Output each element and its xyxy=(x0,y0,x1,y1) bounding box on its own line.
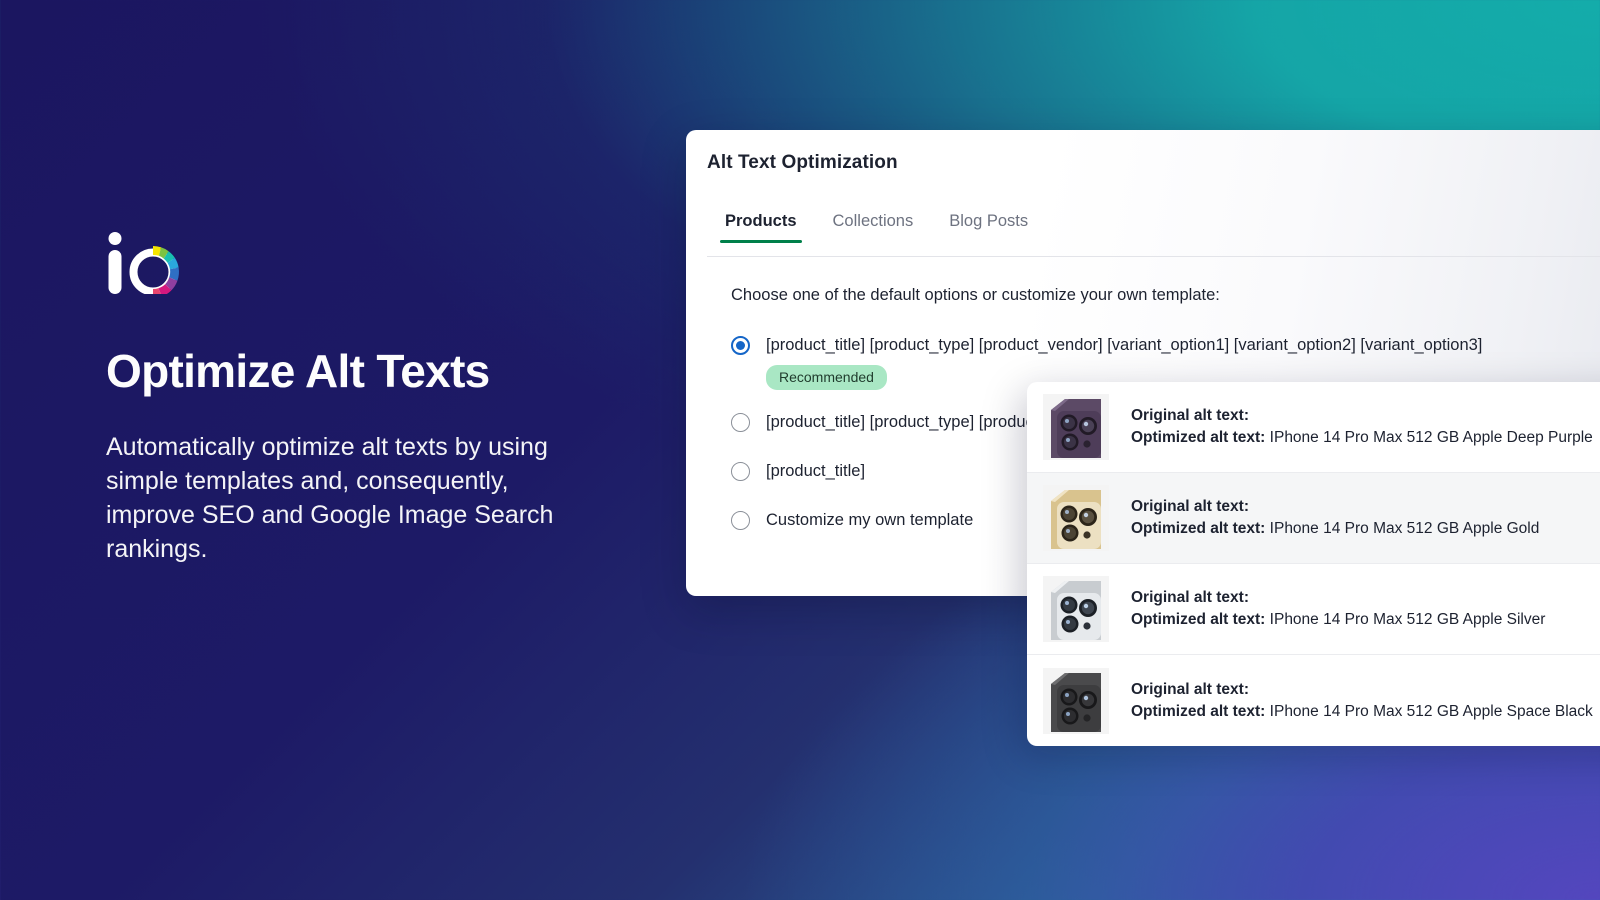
hero-subtitle: Automatically optimize alt texts by usin… xyxy=(106,430,596,566)
hero-section: Optimize Alt Texts Automatically optimiz… xyxy=(106,232,626,566)
original-alt-label: Original alt text: xyxy=(1131,589,1249,606)
page-title: Optimize Alt Texts xyxy=(106,346,626,398)
alt-text-row[interactable]: Original alt text: Optimized alt text: I… xyxy=(1027,564,1600,655)
tab-products[interactable]: Products xyxy=(707,212,815,243)
original-alt-label: Original alt text: xyxy=(1131,407,1249,424)
optimized-alt-value: IPhone 14 Pro Max 512 GB Apple Silver xyxy=(1270,611,1546,628)
iphone-gold-thumbnail xyxy=(1043,485,1109,551)
radio-template-option-2[interactable] xyxy=(731,413,750,432)
optimized-alt-label: Optimized alt text: xyxy=(1131,429,1265,446)
instruction-label: Choose one of the default options or cus… xyxy=(731,286,1600,305)
alt-text-content: Original alt text: Optimized alt text: I… xyxy=(1131,496,1539,540)
alt-text-content: Original alt text: Optimized alt text: I… xyxy=(1131,587,1545,631)
iphone-space-black-thumbnail xyxy=(1043,668,1109,734)
recommended-badge: Recommended xyxy=(766,365,887,390)
radio-template-option-4[interactable] xyxy=(731,511,750,530)
alt-text-row[interactable]: Original alt text: Optimized alt text: I… xyxy=(1027,382,1600,473)
tab-bar: Products Collections Blog Posts xyxy=(707,212,1600,256)
iphone-space-black-icon xyxy=(1043,668,1109,734)
optimized-alt-value: IPhone 14 Pro Max 512 GB Apple Gold xyxy=(1270,520,1540,537)
iphone-silver-icon xyxy=(1043,576,1109,642)
original-alt-label: Original alt text: xyxy=(1131,498,1249,515)
tab-blog-posts[interactable]: Blog Posts xyxy=(931,212,1046,243)
iphone-gold-icon xyxy=(1043,485,1109,551)
template-option-1-label: [product_title] [product_type] [product_… xyxy=(766,336,1482,354)
radio-template-option-3[interactable] xyxy=(731,462,750,481)
alt-text-results-panel: Original alt text: Optimized alt text: I… xyxy=(1027,382,1600,746)
optimized-alt-label: Optimized alt text: xyxy=(1131,520,1265,537)
original-alt-label: Original alt text: xyxy=(1131,681,1249,698)
io-logo-icon xyxy=(106,232,188,294)
optimized-alt-value: IPhone 14 Pro Max 512 GB Apple Deep Purp… xyxy=(1270,429,1593,446)
tab-collections[interactable]: Collections xyxy=(815,212,932,243)
alt-text-row[interactable]: Original alt text: Optimized alt text: I… xyxy=(1027,655,1600,746)
optimized-alt-label: Optimized alt text: xyxy=(1131,611,1265,628)
alt-text-row[interactable]: Original alt text: Optimized alt text: I… xyxy=(1027,473,1600,564)
card-title: Alt Text Optimization xyxy=(707,152,898,174)
iphone-deep-purple-thumbnail xyxy=(1043,394,1109,460)
alt-text-content: Original alt text: Optimized alt text: I… xyxy=(1131,405,1593,449)
optimized-alt-value: IPhone 14 Pro Max 512 GB Apple Space Bla… xyxy=(1270,703,1593,720)
template-option-3-label: [product_title] xyxy=(766,461,865,481)
iphone-silver-thumbnail xyxy=(1043,576,1109,642)
io-logo xyxy=(106,232,188,294)
tab-divider xyxy=(707,256,1600,257)
template-option-4-label: Customize my own template xyxy=(766,510,973,530)
alt-text-content: Original alt text: Optimized alt text: I… xyxy=(1131,679,1593,723)
iphone-deep-purple-icon xyxy=(1043,394,1109,460)
optimized-alt-label: Optimized alt text: xyxy=(1131,703,1265,720)
radio-template-option-1[interactable] xyxy=(731,336,750,355)
